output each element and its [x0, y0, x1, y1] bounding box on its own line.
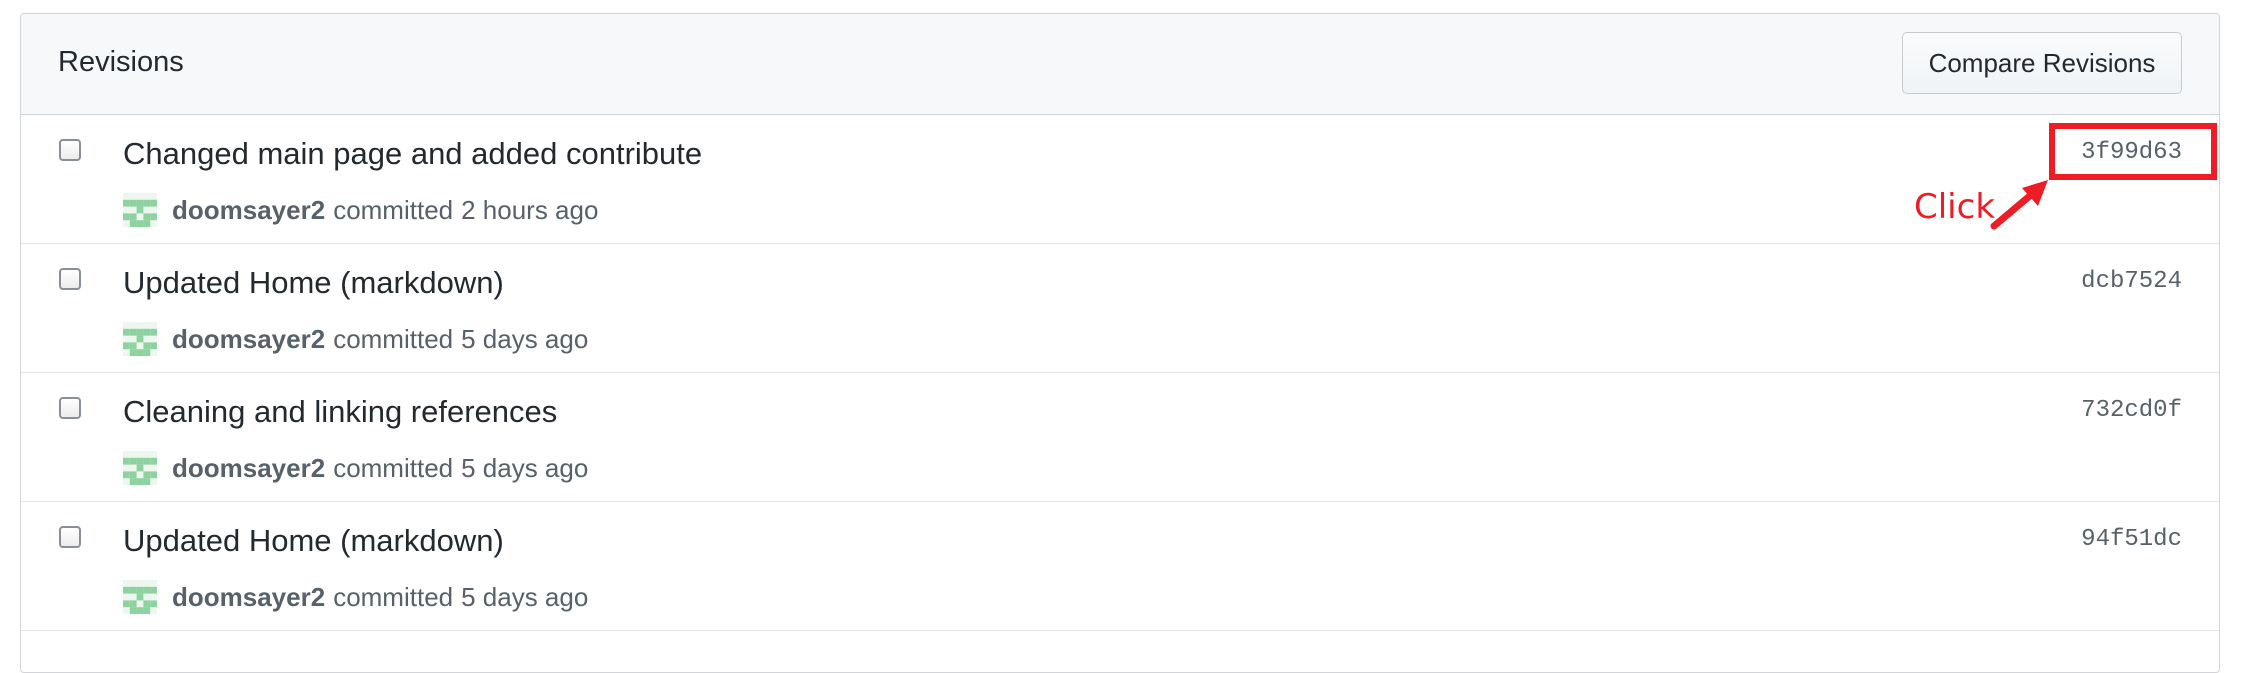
- identicon-avatar-icon[interactable]: [123, 322, 157, 356]
- commit-row: Updated Home (markdown) doomsayer2 committ…: [21, 502, 2219, 631]
- commit-row: Updated Home (markdown) doomsayer2 committ…: [21, 244, 2219, 373]
- compare-revisions-button[interactable]: Compare Revisions: [1902, 32, 2182, 94]
- commit-time: 5 days ago: [461, 323, 589, 354]
- commit-author-link[interactable]: doomsayer2: [172, 195, 325, 226]
- commit-meta: doomsayer2 committed 5 days ago: [123, 451, 588, 485]
- identicon-avatar-icon[interactable]: [123, 193, 157, 227]
- committed-label: committed: [333, 323, 454, 354]
- commit-message[interactable]: Updated Home (markdown): [123, 523, 504, 558]
- commit-time: 5 days ago: [461, 581, 589, 612]
- commit-time: 5 days ago: [461, 452, 589, 483]
- commit-select-checkbox[interactable]: [59, 139, 81, 161]
- panel-title: Revisions: [58, 46, 184, 78]
- revisions-panel: Revisions Compare Revisions Changed main…: [20, 13, 2220, 673]
- commit-meta: doomsayer2 committed 2 hours ago: [123, 193, 598, 227]
- commit-time: 2 hours ago: [461, 194, 599, 225]
- commit-author-link[interactable]: doomsayer2: [172, 324, 325, 355]
- commit-select-checkbox[interactable]: [59, 268, 81, 290]
- committed-label: committed: [333, 194, 454, 225]
- highlight-box: [2049, 123, 2217, 180]
- commit-select-checkbox[interactable]: [59, 397, 81, 419]
- commit-row: Cleaning and linking references doomsayer…: [21, 373, 2219, 502]
- click-annotation: Click: [1914, 187, 1996, 227]
- commit-author-link[interactable]: doomsayer2: [172, 582, 325, 613]
- commit-meta: doomsayer2 committed 5 days ago: [123, 580, 588, 614]
- commit-meta: doomsayer2 committed 5 days ago: [123, 322, 588, 356]
- commit-message[interactable]: Cleaning and linking references: [123, 394, 557, 429]
- arrow-up-right-icon: [1990, 180, 2048, 230]
- panel-header: Revisions Compare Revisions: [21, 14, 2219, 115]
- commit-sha-link[interactable]: 94f51dc: [2081, 526, 2182, 553]
- identicon-avatar-icon[interactable]: [123, 451, 157, 485]
- commit-message[interactable]: Changed main page and added contribute: [123, 136, 702, 171]
- commit-row: Changed main page and added contribute do…: [21, 115, 2219, 244]
- identicon-avatar-icon[interactable]: [123, 580, 157, 614]
- committed-label: committed: [333, 581, 454, 612]
- commit-sha-link[interactable]: dcb7524: [2081, 268, 2182, 295]
- commit-message[interactable]: Updated Home (markdown): [123, 265, 504, 300]
- committed-label: committed: [333, 452, 454, 483]
- commit-sha-link[interactable]: 732cd0f: [2081, 397, 2182, 424]
- commit-author-link[interactable]: doomsayer2: [172, 453, 325, 484]
- commit-select-checkbox[interactable]: [59, 526, 81, 548]
